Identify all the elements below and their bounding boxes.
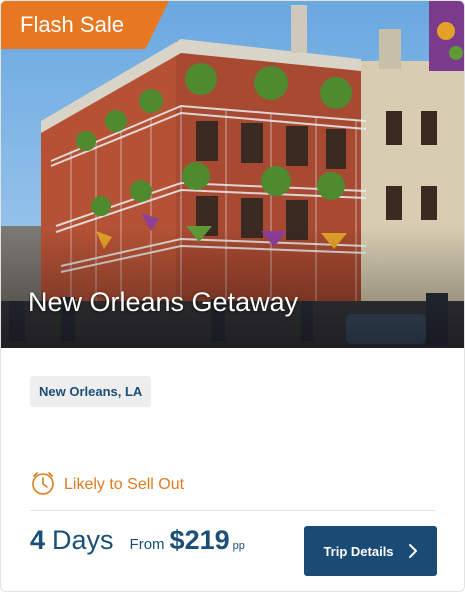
trip-title[interactable]: New Orleans Getaway	[28, 287, 298, 318]
price-summary: 4 Days From $219 pp	[30, 525, 245, 559]
clock-icon	[30, 470, 56, 501]
flash-sale-badge: Flash Sale	[1, 1, 169, 49]
flash-sale-label: Flash Sale	[20, 12, 124, 37]
trip-card[interactable]: Flash Sale New Orleans Getaway New Orlea…	[0, 0, 465, 592]
hero-image[interactable]: Flash Sale New Orleans Getaway	[1, 1, 464, 348]
availability-status: Likely to Sell Out	[30, 470, 185, 501]
price-value: $219	[169, 525, 230, 555]
trip-details-label: Trip Details	[323, 543, 394, 559]
availability-label: Likely to Sell Out	[64, 476, 185, 493]
divider	[30, 510, 435, 511]
price-per-person-label: pp	[232, 540, 245, 552]
trip-details-button[interactable]: Trip Details	[304, 526, 437, 576]
chevron-right-icon	[408, 544, 417, 558]
duration-days: 4	[30, 525, 46, 555]
price-from-label: From	[129, 536, 165, 553]
duration-unit: Days	[52, 525, 114, 555]
location-tag: New Orleans, LA	[30, 376, 152, 407]
